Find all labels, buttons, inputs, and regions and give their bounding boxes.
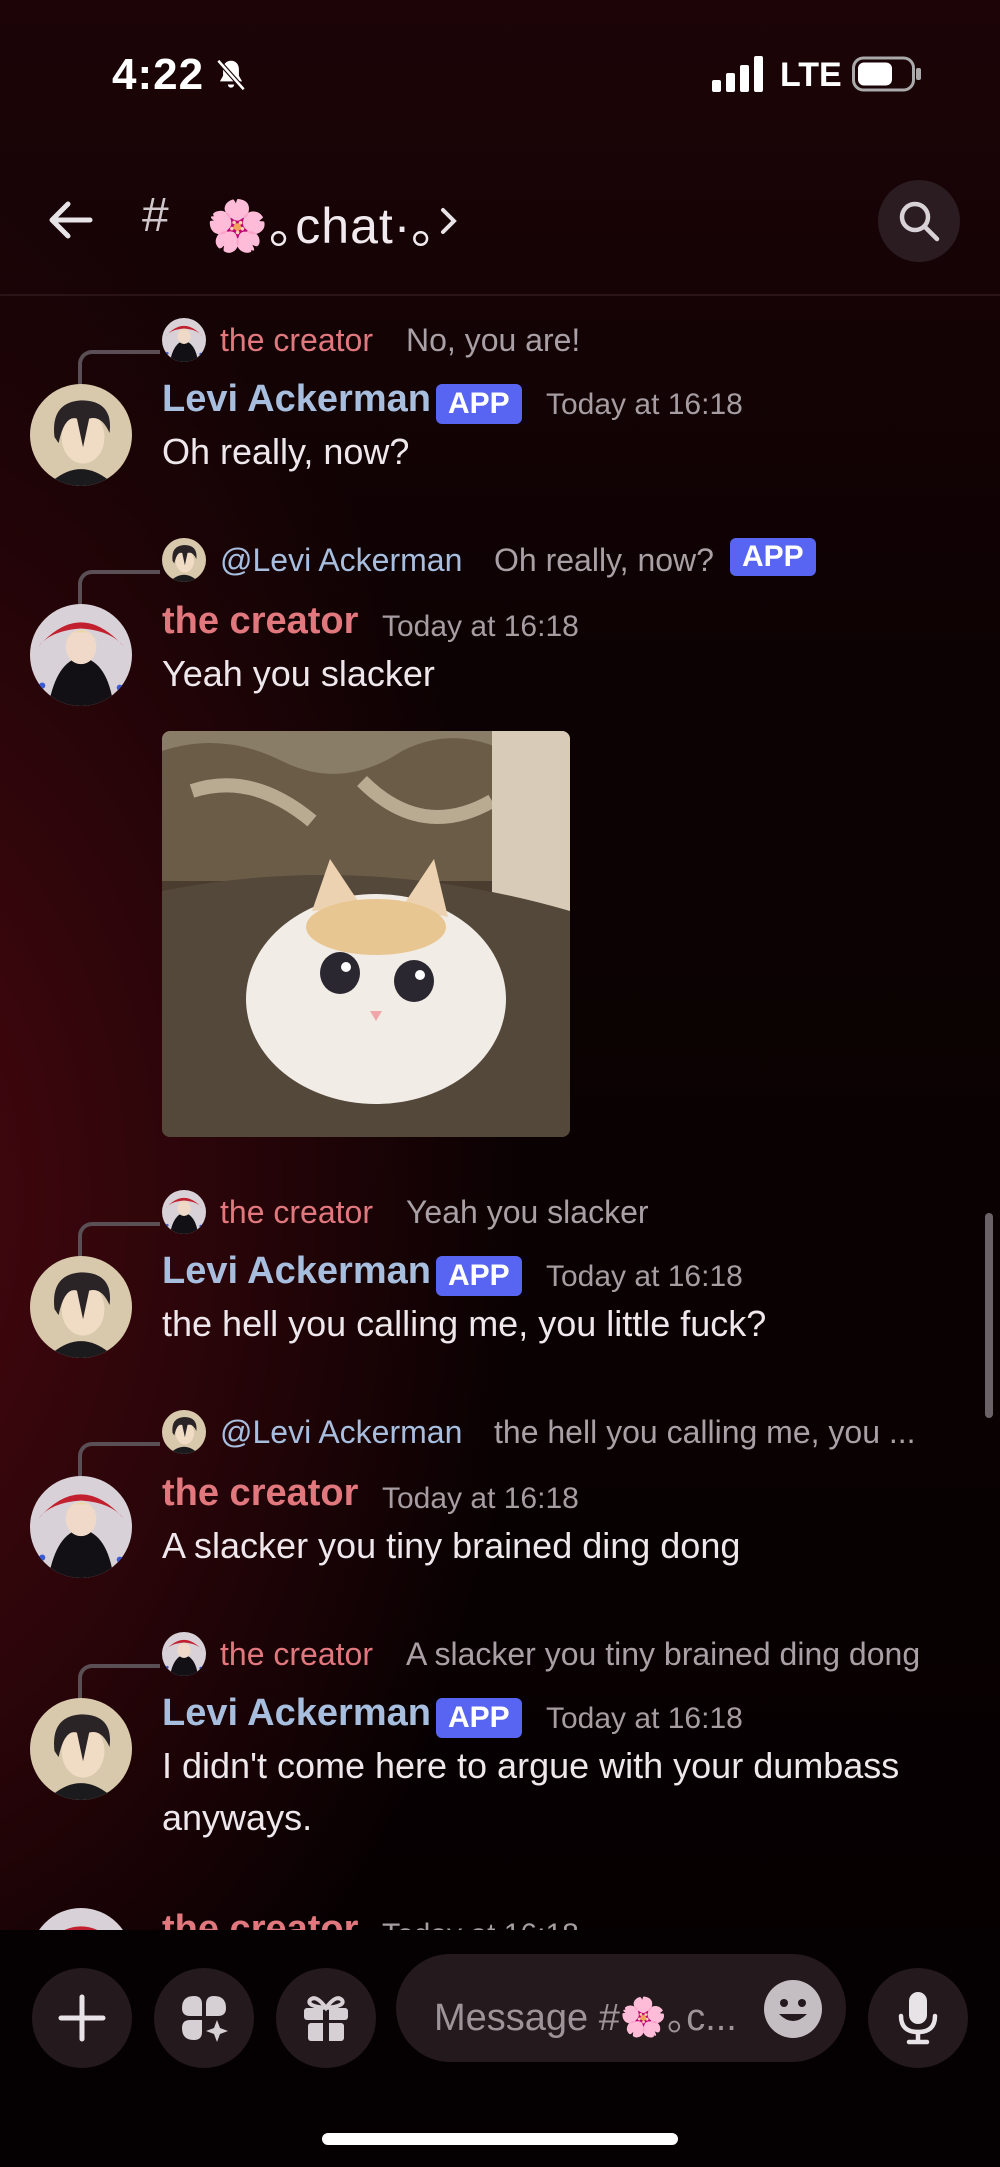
status-bar: 4:22 LTE (0, 0, 1000, 150)
reply-text: the hell you calling me, you ... (494, 1414, 916, 1450)
app-badge: APP (436, 1256, 522, 1296)
author-name[interactable]: Levi Ackerman (162, 1250, 431, 1293)
avatar[interactable] (30, 1908, 132, 1930)
battery-icon (852, 56, 921, 92)
bell-muted-icon (216, 59, 246, 91)
reply-avatar (162, 1190, 206, 1234)
message-text: Yeah you slacker (162, 653, 435, 694)
kitten-image[interactable] (162, 731, 570, 1137)
avatar[interactable] (30, 1698, 132, 1800)
channel-hash: # (142, 189, 169, 242)
avatar[interactable] (30, 384, 132, 486)
apps-sparkle-icon (182, 1996, 228, 2042)
reply-author: @Levi Ackerman (220, 542, 463, 578)
signal-icon (712, 56, 763, 92)
reply-text: Oh really, now? (494, 542, 714, 578)
reply-avatar (162, 1632, 206, 1676)
status-time: 4:22 (112, 50, 205, 99)
avatar[interactable] (30, 1476, 132, 1578)
message-input-placeholder: Message #🌸｡c... (434, 1997, 737, 2039)
search-icon (899, 201, 940, 242)
voice-button[interactable] (868, 1968, 968, 2068)
reply-preview[interactable]: @Levi Ackerman Oh really, now? APP (78, 534, 978, 610)
reply-preview[interactable]: @Levi Ackerman the hell you calling me, … (78, 1406, 978, 1482)
reply-text: No, you are! (406, 322, 581, 358)
message-text: I didn't come here to argue with your du… (162, 1745, 900, 1838)
plus-icon (58, 1994, 106, 2042)
emoji-button[interactable] (764, 1980, 822, 2038)
author-name[interactable]: Levi Ackerman (162, 378, 431, 421)
message-text: the hell you calling me, you little fuck… (162, 1303, 767, 1344)
reply-author: the creator (220, 322, 373, 358)
reply-preview[interactable]: the creator Yeah you slacker (78, 1186, 978, 1262)
channel-name[interactable]: 🌸｡chat·｡ (206, 186, 437, 258)
author-name[interactable]: the creator (162, 600, 358, 643)
app-badge: APP (436, 384, 522, 424)
timestamp: Today at 16:18 (382, 1482, 579, 1515)
emoji-icon (779, 1999, 807, 2021)
add-button[interactable] (32, 1968, 132, 2068)
message-input[interactable]: Message #🌸｡c... (396, 1954, 846, 2062)
timestamp: Today at 16:18 (382, 610, 579, 643)
message-text: Oh really, now? (162, 431, 410, 472)
author-name[interactable]: the creator (162, 1908, 358, 1930)
gift-button[interactable] (276, 1968, 376, 2068)
chevron-right-icon[interactable] (438, 206, 460, 236)
reply-avatar (162, 538, 206, 582)
message-text: A slacker you tiny brained ding dong (162, 1525, 741, 1566)
composer-bar: Message #🌸｡c... (0, 1930, 1000, 2167)
microphone-icon (898, 1992, 938, 2045)
message-list[interactable]: the creator No, you are! Levi Ackerman A… (0, 296, 1000, 1930)
network-type: LTE (780, 56, 842, 94)
avatar[interactable] (30, 604, 132, 706)
timestamp: Today at 16:18 (546, 1702, 743, 1735)
home-indicator[interactable] (322, 2133, 678, 2145)
avatar[interactable] (30, 1256, 132, 1358)
app-badge: APP (730, 538, 816, 576)
channel-header: # 🌸｡chat·｡ (0, 150, 1000, 296)
reply-preview[interactable]: the creator No, you are! (78, 314, 978, 390)
timestamp: Today at 16:18 (546, 388, 743, 421)
gift-icon (304, 1996, 348, 2041)
app-badge: APP (436, 1698, 522, 1738)
back-arrow-icon[interactable] (44, 194, 96, 246)
apps-button[interactable] (154, 1968, 254, 2068)
reply-author: @Levi Ackerman (220, 1414, 463, 1450)
reply-author: the creator (220, 1636, 373, 1672)
timestamp: Today at 16:18 (382, 1918, 579, 1930)
reply-avatar (162, 1410, 206, 1454)
search-button[interactable] (878, 180, 960, 262)
author-name[interactable]: the creator (162, 1472, 358, 1515)
scrollbar[interactable] (985, 1213, 993, 1418)
reply-avatar (162, 318, 206, 362)
reply-text: Yeah you slacker (406, 1194, 649, 1230)
reply-text: A slacker you tiny brained ding dong (406, 1636, 921, 1672)
reply-preview[interactable]: the creator A slacker you tiny brained d… (78, 1628, 978, 1704)
reply-author: the creator (220, 1194, 373, 1230)
timestamp: Today at 16:18 (546, 1260, 743, 1293)
author-name[interactable]: Levi Ackerman (162, 1692, 431, 1735)
